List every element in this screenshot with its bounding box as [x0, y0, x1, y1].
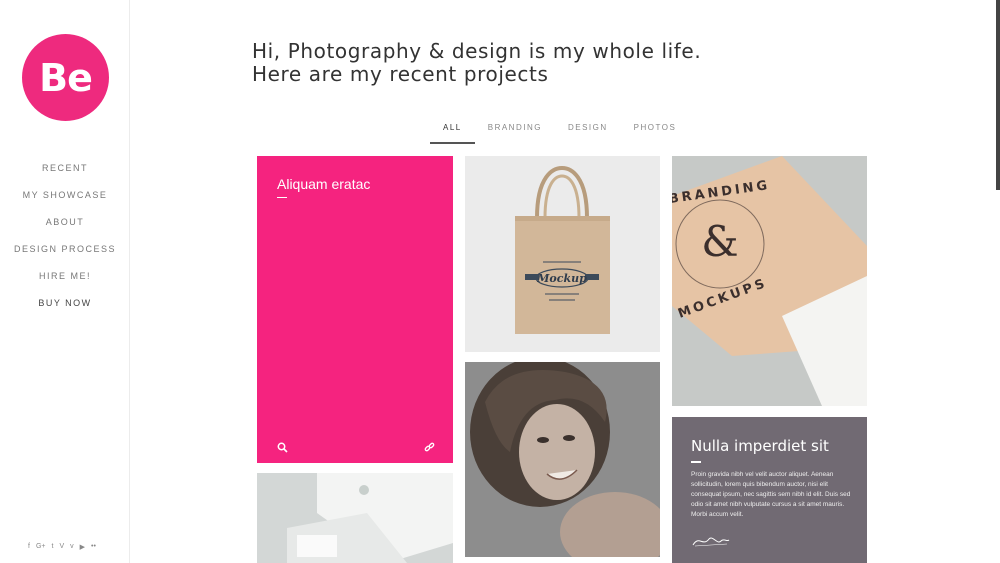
page-headline: Hi, Photography & design is my whole lif…: [252, 40, 701, 86]
portfolio-item-aliquam[interactable]: Aliquam eratac: [257, 156, 453, 463]
filter-all[interactable]: ALL: [430, 120, 475, 144]
logo[interactable]: Be: [22, 34, 109, 121]
filter-photos[interactable]: PHOTOS: [621, 120, 690, 144]
social-links: f G+ t V v ▶ ••: [28, 543, 96, 551]
filter-branding[interactable]: BRANDING: [475, 120, 555, 144]
svg-text:&: &: [701, 217, 738, 266]
portfolio-item-stationery[interactable]: [257, 473, 453, 563]
flickr-icon[interactable]: ••: [91, 543, 96, 551]
sidebar: Be RECENT MY SHOWCASE ABOUT DESIGN PROCE…: [0, 0, 130, 563]
google-plus-icon[interactable]: G+: [36, 543, 46, 551]
portfolio-item-description: Proin gravida nibh vel velit auctor aliq…: [691, 471, 851, 518]
bag-mockup-text: Mockup: [536, 272, 587, 285]
twitter-icon[interactable]: t: [52, 543, 54, 551]
facebook-icon[interactable]: f: [28, 543, 30, 551]
nav-item-my-showcase[interactable]: MY SHOWCASE: [0, 189, 130, 216]
signature-icon: [692, 537, 730, 547]
branding-mockup-image: & BRANDING MOCKUPS: [672, 156, 867, 406]
filter-design[interactable]: DESIGN: [555, 120, 621, 144]
title-underline: [277, 197, 287, 198]
portfolio-item-title: Aliquam eratac: [277, 176, 371, 192]
youtube-icon[interactable]: ▶: [80, 543, 85, 551]
portfolio-item-portrait[interactable]: [465, 362, 660, 557]
scrollbar[interactable]: [996, 0, 1000, 190]
tote-bag-image: Mockup: [515, 165, 610, 334]
portfolio-filters: ALL BRANDING DESIGN PHOTOS: [430, 120, 689, 144]
title-underline: [691, 461, 701, 463]
headline-line-2: Here are my recent projects: [252, 62, 549, 86]
logo-text: Be: [39, 55, 93, 100]
nav-item-buy-now[interactable]: BUY NOW: [0, 297, 130, 324]
main-nav: RECENT MY SHOWCASE ABOUT DESIGN PROCESS …: [0, 162, 130, 324]
stationery-image: [287, 473, 453, 563]
nav-item-design-process[interactable]: DESIGN PROCESS: [0, 243, 130, 270]
search-icon[interactable]: [277, 442, 288, 453]
vine-icon[interactable]: V: [59, 543, 64, 551]
vimeo-icon[interactable]: v: [70, 543, 74, 551]
nav-item-hire-me[interactable]: HIRE ME!: [0, 270, 130, 297]
portrait-photo: [465, 362, 660, 557]
nav-item-about[interactable]: ABOUT: [0, 216, 130, 243]
portfolio-item-tote-bag[interactable]: Mockup: [465, 156, 660, 352]
portfolio-item-branding-mockups[interactable]: & BRANDING MOCKUPS: [672, 156, 867, 406]
link-icon[interactable]: [424, 442, 435, 453]
headline-line-1: Hi, Photography & design is my whole lif…: [252, 39, 702, 63]
portfolio-item-nulla[interactable]: Nulla imperdiet sit Proin gravida nibh v…: [672, 417, 867, 563]
portfolio-item-title: Nulla imperdiet sit: [691, 437, 829, 455]
nav-item-recent[interactable]: RECENT: [0, 162, 130, 189]
